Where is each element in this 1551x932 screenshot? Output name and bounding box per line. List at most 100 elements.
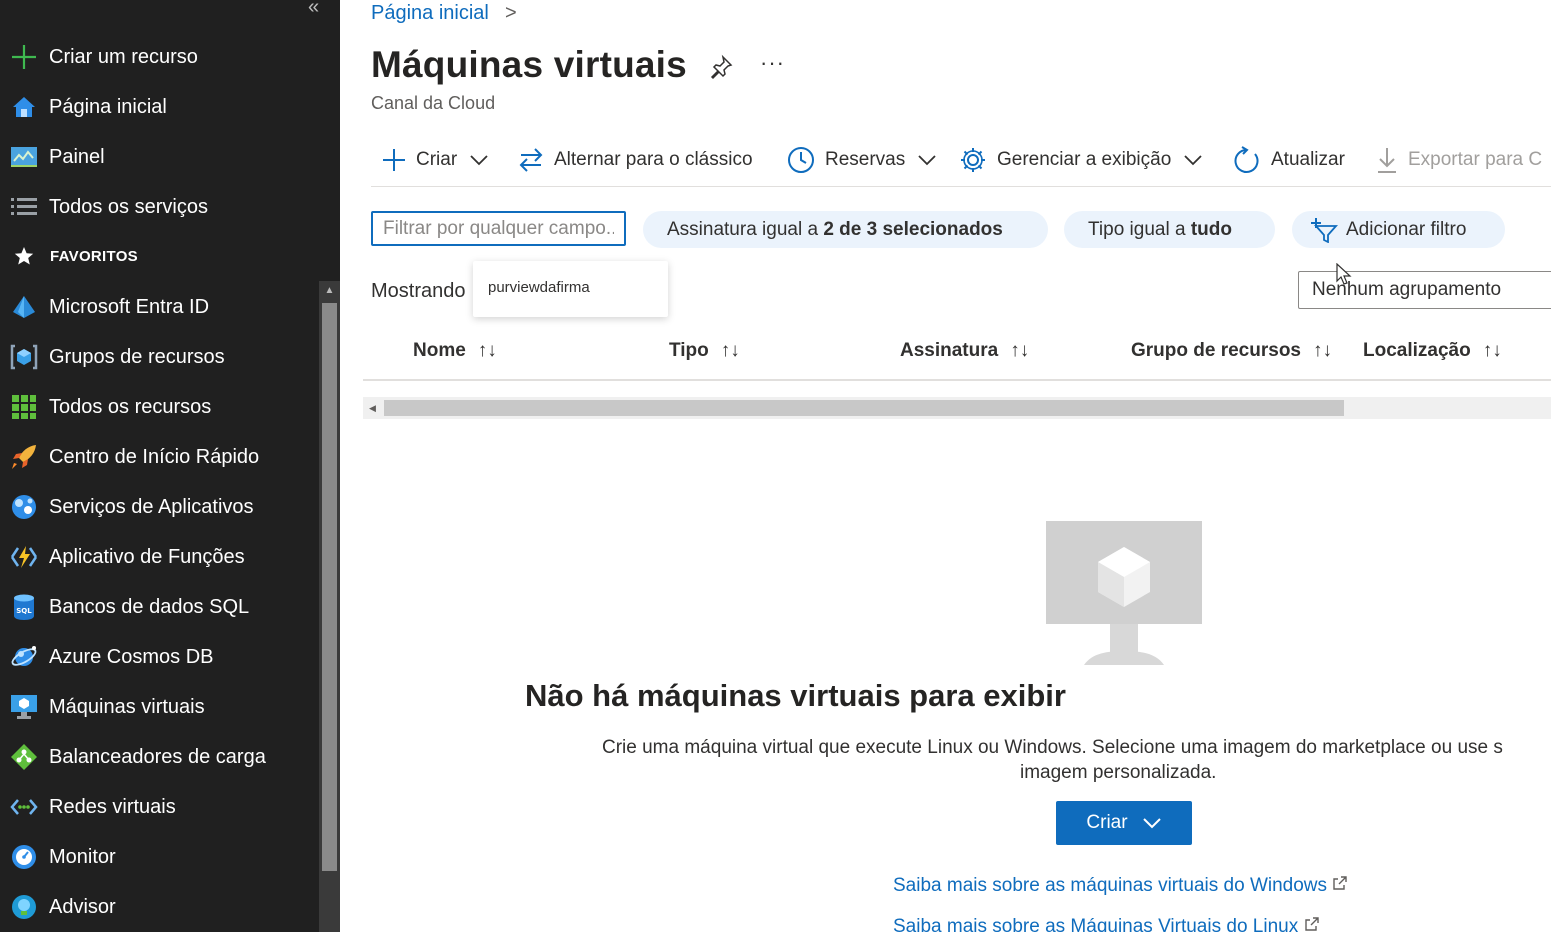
sidebar-item-app-services[interactable]: Serviços de Aplicativos <box>0 482 318 532</box>
add-filter-label: Adicionar filtro <box>1346 218 1467 240</box>
column-header-label: Localização <box>1363 340 1471 361</box>
column-header-subscription[interactable]: Assinatura ↑↓ <box>900 340 1029 362</box>
plus-icon <box>10 43 38 71</box>
external-link-icon <box>1304 917 1319 931</box>
reservations-button[interactable]: Reservas <box>787 143 937 177</box>
breadcrumb-home-link[interactable]: Página inicial <box>371 2 489 25</box>
chevron-down-icon <box>1142 818 1161 829</box>
learn-windows-vm-label: Saiba mais sobre as máquinas virtuais do… <box>893 875 1328 896</box>
entra-id-icon <box>10 293 38 321</box>
sidebar-item-resource-groups[interactable]: Grupos de recursos <box>0 332 318 382</box>
chevron-down-icon <box>470 155 488 166</box>
sidebar-item-quickstart[interactable]: Centro de Início Rápido <box>0 432 318 482</box>
sidebar-item-create-resource[interactable]: Criar um recurso <box>0 32 318 82</box>
app-services-icon <box>10 493 38 521</box>
create-label: Criar <box>416 149 458 170</box>
horizontal-scrollbar[interactable]: ◀ <box>363 397 1551 419</box>
sidebar-item-sql-databases[interactable]: SQL Bancos de dados SQL <box>0 582 318 632</box>
sidebar-item-advisor[interactable]: Advisor <box>0 882 318 932</box>
left-sidebar: « Criar um recurso Página inicial Painel… <box>0 0 340 932</box>
reservations-label: Reservas <box>825 149 906 170</box>
sidebar-item-label: Máquinas virtuais <box>49 695 205 718</box>
manage-view-button[interactable]: Gerenciar a exibição <box>959 143 1203 177</box>
scroll-up-arrow-icon[interactable]: ▲ <box>319 281 340 301</box>
sidebar-item-label: Página inicial <box>49 95 167 118</box>
type-filter-value: tudo <box>1190 218 1232 240</box>
column-header-location[interactable]: Localização ↑↓ <box>1363 340 1502 362</box>
subscription-filter-pill[interactable]: Assinatura igual a 2 de 3 selecionados <box>643 211 1048 248</box>
column-header-name[interactable]: Nome ↑↓ <box>413 340 497 362</box>
column-header-label: Assinatura <box>900 340 999 361</box>
sql-database-icon: SQL <box>10 593 38 621</box>
refresh-button[interactable]: Atualizar <box>1233 143 1345 177</box>
table-header-divider <box>363 379 1551 381</box>
sidebar-item-label: Advisor <box>49 895 116 918</box>
list-icon <box>10 193 38 221</box>
type-filter-pill[interactable]: Tipo igual a tudo <box>1064 211 1275 248</box>
virtual-machine-illustration-icon <box>1044 519 1204 672</box>
export-label: Exportar para C <box>1408 149 1543 170</box>
create-button[interactable]: Criar <box>382 143 489 177</box>
sidebar-item-cosmos-db[interactable]: Azure Cosmos DB <box>0 632 318 682</box>
pin-icon[interactable] <box>708 54 734 85</box>
sidebar-item-label: Serviços de Aplicativos <box>49 495 254 518</box>
horizontal-scroll-thumb[interactable] <box>384 400 1344 416</box>
subscription-filter-prefix: Assinatura igual a <box>667 218 819 240</box>
main-content: Página inicial > Máquinas virtuais ··· C… <box>340 0 1551 932</box>
sort-icon: ↑↓ <box>720 340 740 361</box>
sidebar-scroll-thumb[interactable] <box>322 303 337 871</box>
add-filter-button[interactable]: Adicionar filtro <box>1292 211 1505 248</box>
sidebar-item-label: Bancos de dados SQL <box>49 595 250 618</box>
empty-state-create-button[interactable]: Criar <box>1056 801 1192 845</box>
external-link-icon <box>1333 876 1348 890</box>
sidebar-item-function-app[interactable]: Aplicativo de Funções <box>0 532 318 582</box>
column-header-type[interactable]: Tipo ↑↓ <box>669 340 740 362</box>
dashboard-icon <box>10 143 38 171</box>
autocomplete-suggestion[interactable]: purviewdafirma <box>488 279 590 296</box>
scroll-left-arrow-icon[interactable]: ◀ <box>369 397 376 419</box>
virtual-network-icon <box>10 793 38 821</box>
sidebar-item-label: Todos os serviços <box>49 195 208 218</box>
sidebar-item-label: Painel <box>49 145 105 168</box>
sidebar-item-virtual-machines[interactable]: Máquinas virtuais <box>0 682 318 732</box>
sidebar-item-label: Microsoft Entra ID <box>49 295 210 318</box>
monitor-icon <box>10 843 38 871</box>
sort-icon: ↑↓ <box>1313 340 1332 361</box>
quickstart-rocket-icon <box>10 443 38 471</box>
more-options-icon[interactable]: ··· <box>760 50 785 76</box>
autocomplete-popup[interactable]: purviewdafirma <box>473 261 668 317</box>
sidebar-scrollbar[interactable]: ▲ <box>319 281 340 932</box>
empty-state-description-continued: imagem personalizada. <box>1020 762 1217 783</box>
clock-icon <box>788 147 814 173</box>
page-subtitle: Canal da Cloud <box>371 93 496 113</box>
plus-icon <box>383 149 405 171</box>
sidebar-item-load-balancers[interactable]: Balanceadores de carga <box>0 732 318 782</box>
page-title: Máquinas virtuais <box>371 44 687 85</box>
sidebar-item-home[interactable]: Página inicial <box>0 82 318 132</box>
manage-view-label: Gerenciar a exibição <box>997 149 1172 170</box>
learn-windows-vm-link[interactable]: Saiba mais sobre as máquinas virtuais do… <box>893 875 1348 897</box>
learn-linux-vm-link[interactable]: Saiba mais sobre as Máquinas Virtuais do… <box>893 916 1320 932</box>
chevron-down-icon <box>1184 155 1202 166</box>
sort-icon: ↑↓ <box>1010 340 1030 361</box>
favorites-header-label: FAVORITOS <box>50 247 138 265</box>
sidebar-item-all-resources[interactable]: Todos os recursos <box>0 382 318 432</box>
export-button[interactable]: Exportar para C <box>1376 143 1542 177</box>
sidebar-item-label: Azure Cosmos DB <box>49 645 214 668</box>
refresh-icon <box>1234 146 1259 173</box>
sidebar-item-dashboard[interactable]: Painel <box>0 132 318 182</box>
column-header-resource-group[interactable]: Grupo de recursos ↑↓ <box>1131 340 1332 362</box>
switch-classic-button[interactable]: Alternar para o clássico <box>518 143 753 177</box>
mouse-pointer-icon <box>1336 263 1352 285</box>
star-icon <box>10 242 38 270</box>
sidebar-item-entra-id[interactable]: Microsoft Entra ID <box>0 282 318 332</box>
collapse-sidebar-icon[interactable]: « <box>308 0 319 19</box>
sidebar-item-all-services[interactable]: Todos os serviços <box>0 182 318 232</box>
resource-groups-icon <box>10 343 38 371</box>
sidebar-item-virtual-networks[interactable]: Redes virtuais <box>0 782 318 832</box>
filter-search-input[interactable] <box>371 211 626 246</box>
type-filter-prefix: Tipo igual a <box>1088 218 1186 240</box>
add-filter-icon <box>1311 217 1338 243</box>
sidebar-item-monitor[interactable]: Monitor <box>0 832 318 882</box>
home-icon <box>10 93 38 121</box>
